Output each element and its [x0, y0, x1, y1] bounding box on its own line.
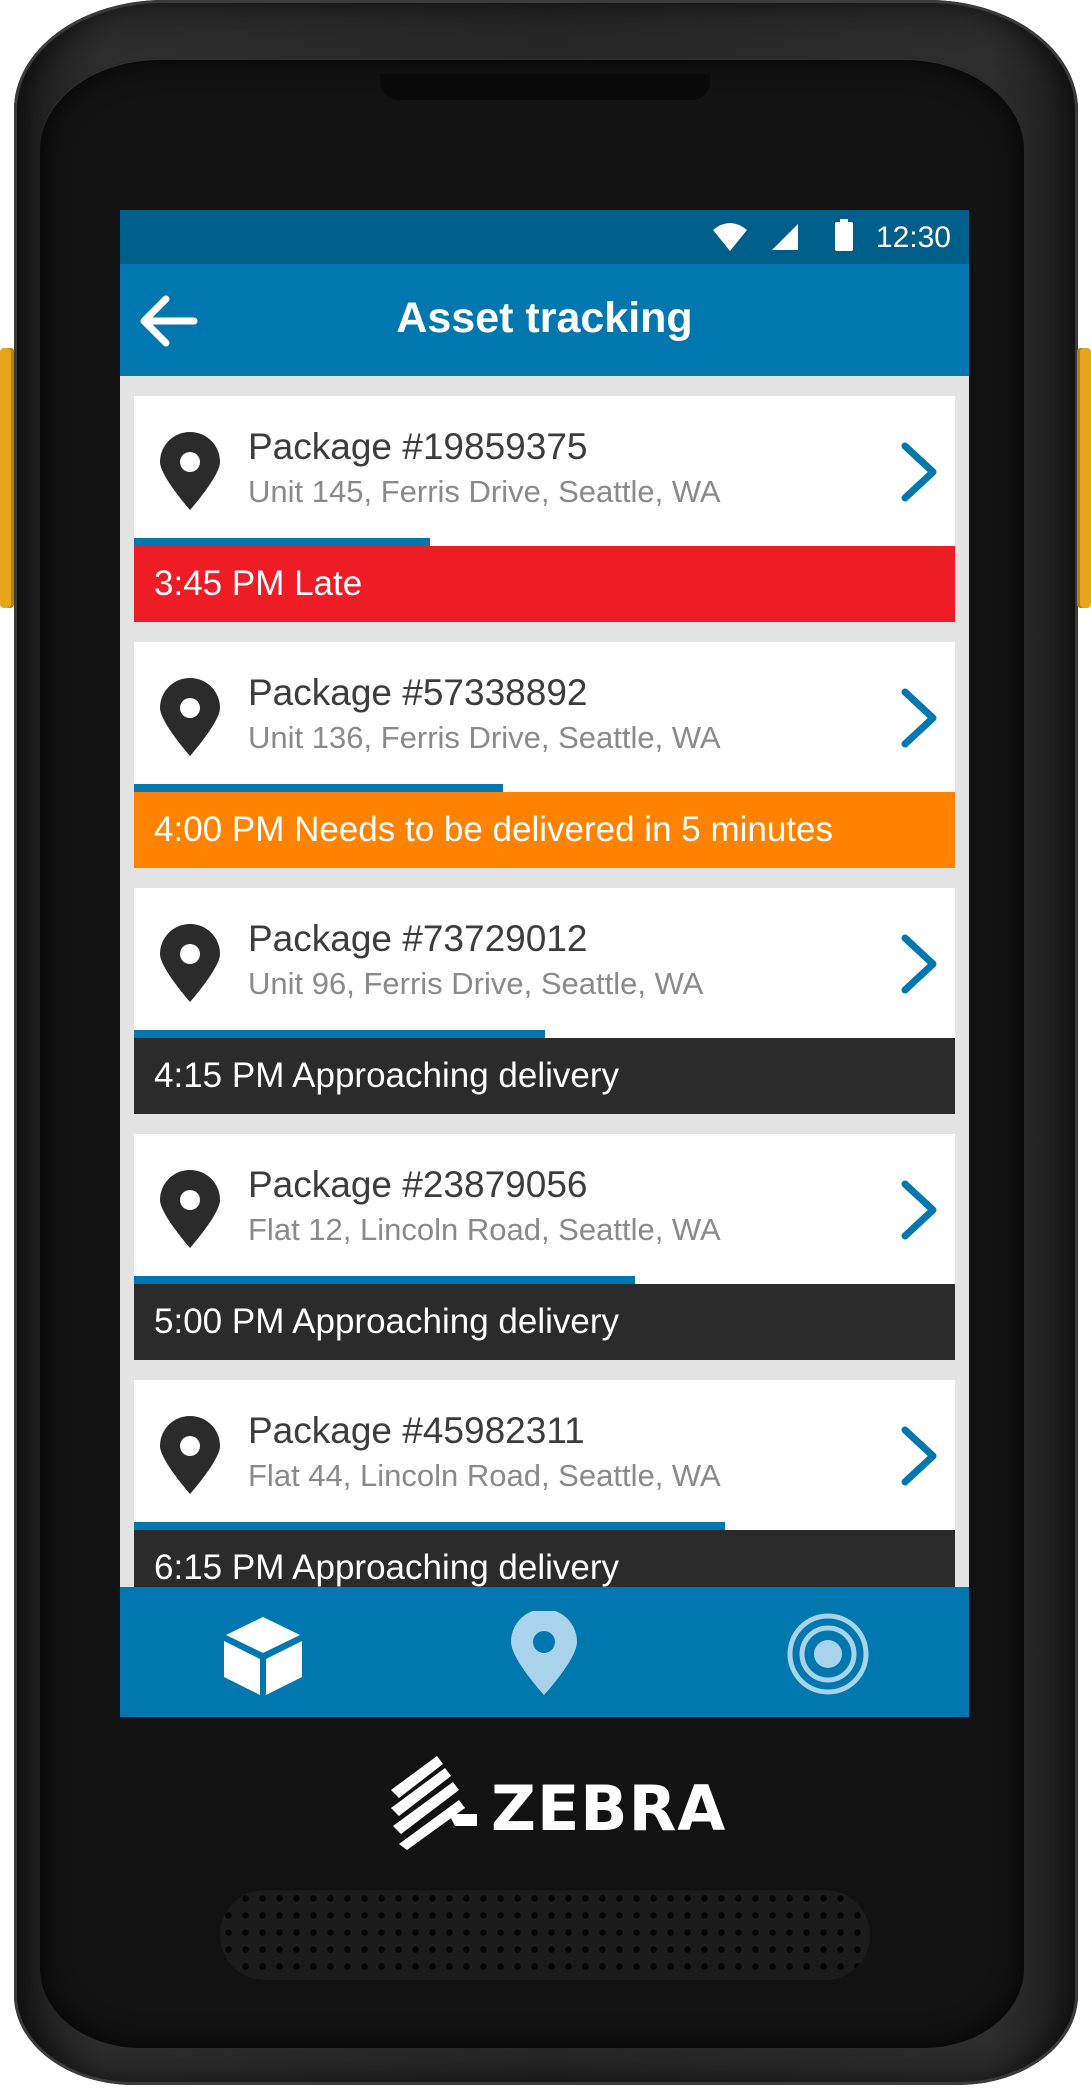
bottom-nav	[120, 1587, 969, 1717]
delivery-status-band: 5:00 PM Approaching delivery	[134, 1284, 955, 1360]
package-name: Package #73729012	[248, 918, 588, 959]
delivery-status-band: 3:45 PM Late	[134, 546, 955, 622]
device-top-notch	[380, 74, 710, 100]
delivery-status-band: 4:15 PM Approaching delivery	[134, 1038, 955, 1114]
chevron-right-icon[interactable]	[897, 1424, 941, 1488]
brand-name: ZEBRA	[491, 1772, 727, 1845]
speaker-grille	[220, 1890, 870, 1980]
package-address: Unit 136, Ferris Drive, Seattle, WA	[248, 720, 721, 755]
screen: 12:30 Asset tracking Package #19859375 Un…	[120, 210, 969, 1717]
chevron-right-icon[interactable]	[897, 440, 941, 504]
delivery-progress-bar	[134, 1276, 635, 1284]
chevron-right-icon[interactable]	[897, 932, 941, 996]
location-pin-icon	[160, 1416, 220, 1494]
package-card[interactable]: Package #45982311 Flat 44, Lincoln Road, …	[134, 1380, 955, 1606]
package-card[interactable]: Package #73729012 Unit 96, Ferris Drive, …	[134, 888, 955, 1114]
package-card[interactable]: Package #57338892 Unit 136, Ferris Drive,…	[134, 642, 955, 868]
package-name: Package #57338892	[248, 672, 588, 713]
chevron-right-icon[interactable]	[897, 1178, 941, 1242]
delivery-progress-bar	[134, 1522, 725, 1530]
zebra-logo: ZEBRA	[385, 1750, 725, 1860]
right-side-button[interactable]	[1077, 348, 1091, 608]
status-time: 12:30	[875, 221, 951, 254]
status-bar: 12:30	[120, 210, 969, 264]
package-address: Flat 44, Lincoln Road, Seattle, WA	[248, 1458, 721, 1493]
battery-icon	[835, 219, 853, 251]
delivery-progress-bar	[134, 784, 503, 792]
location-pin-icon[interactable]	[501, 1611, 587, 1697]
package-name: Package #19859375	[248, 426, 588, 467]
location-pin-icon	[160, 678, 220, 756]
package-card[interactable]: Package #19859375 Unit 145, Ferris Drive,…	[134, 396, 955, 622]
cell-signal-icon	[772, 224, 798, 250]
package-name: Package #23879056	[248, 1164, 588, 1205]
delivery-status-band: 4:00 PM Needs to be delivered in 5 minut…	[134, 792, 955, 868]
delivery-progress-bar	[134, 538, 430, 546]
location-pin-icon	[160, 1170, 220, 1248]
location-pin-icon	[160, 924, 220, 1002]
package-name: Package #45982311	[248, 1410, 585, 1451]
wifi-icon	[713, 223, 747, 251]
left-side-button[interactable]	[0, 348, 14, 608]
package-address: Unit 145, Ferris Drive, Seattle, WA	[248, 474, 721, 509]
page-title: Asset tracking	[396, 294, 693, 342]
target-icon[interactable]	[785, 1611, 871, 1697]
box-icon[interactable]	[220, 1611, 306, 1697]
zebra-head-icon	[391, 1756, 477, 1850]
package-address: Flat 12, Lincoln Road, Seattle, WA	[248, 1212, 721, 1247]
chevron-right-icon[interactable]	[897, 686, 941, 750]
location-pin-icon	[160, 432, 220, 510]
delivery-progress-bar	[134, 1030, 545, 1038]
package-address: Unit 96, Ferris Drive, Seattle, WA	[248, 966, 704, 1001]
app-bar: Asset tracking	[120, 264, 969, 376]
package-card[interactable]: Package #23879056 Flat 12, Lincoln Road, …	[134, 1134, 955, 1360]
